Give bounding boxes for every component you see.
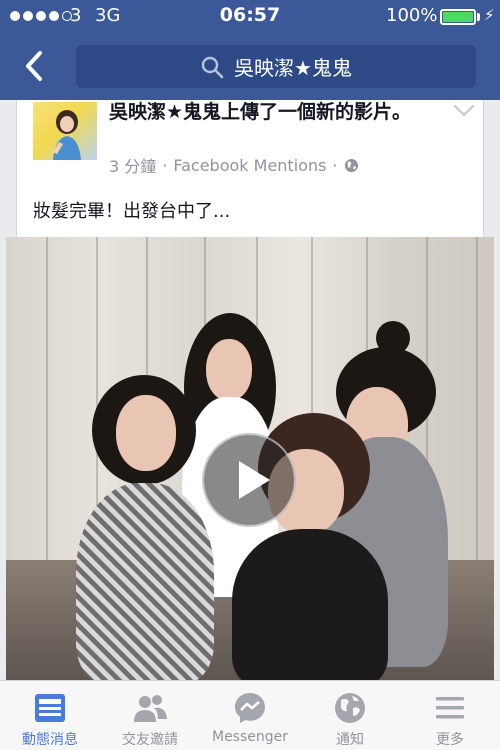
- header-bar: 3 3G 06:57 100% ⚡ 吳映潔★鬼鬼: [0, 0, 500, 100]
- video-player[interactable]: [6, 237, 494, 680]
- search-icon: [201, 56, 224, 78]
- messenger-icon: [235, 693, 265, 723]
- post-source[interactable]: Facebook Mentions: [173, 156, 326, 175]
- person-body: [232, 529, 388, 680]
- post-meta: 3 分鐘 · Facebook Mentions ·: [109, 153, 359, 177]
- charging-bolt-icon: ⚡: [484, 6, 495, 24]
- tab-notifications[interactable]: 通知: [300, 681, 400, 750]
- author-avatar[interactable]: [33, 102, 97, 160]
- battery-icon: [440, 9, 476, 25]
- battery-percent: 100%: [386, 5, 438, 26]
- globe-icon: [344, 158, 358, 172]
- play-icon: [239, 461, 270, 499]
- search-field[interactable]: 吳映潔★鬼鬼: [76, 45, 476, 88]
- post-options-button[interactable]: [453, 103, 475, 117]
- meta-separator: ·: [162, 155, 168, 175]
- play-button[interactable]: [202, 433, 296, 527]
- meta-separator-2: ·: [332, 155, 338, 175]
- tab-news-feed[interactable]: 動態消息: [0, 681, 100, 750]
- friend-requests-icon: [134, 695, 167, 722]
- search-query: 吳映潔★鬼鬼: [234, 56, 352, 80]
- tab-label: Messenger: [211, 729, 289, 745]
- post-caption: 妝髮完畢！出發台中了...: [33, 201, 231, 222]
- avatar-photo: [53, 110, 81, 160]
- person-body: [76, 483, 214, 680]
- tab-more[interactable]: 更多: [400, 681, 500, 750]
- tab-label: 交友邀請: [122, 732, 178, 748]
- bottom-tab-bar: 動態消息 交友邀請 Messenger 通知 更多: [0, 680, 500, 750]
- tab-label: 更多: [436, 732, 464, 748]
- news-feed-icon: [35, 694, 65, 722]
- person-face: [206, 339, 252, 401]
- person-face: [116, 395, 176, 471]
- news-feed[interactable]: 吳映潔★鬼鬼上傳了一個新的影片。 3 分鐘 · Facebook Mention…: [0, 100, 500, 680]
- tab-label: 動態消息: [22, 732, 78, 748]
- back-button[interactable]: [20, 48, 52, 84]
- chevron-left-icon: [26, 51, 42, 81]
- notifications-globe-icon: [335, 693, 365, 723]
- post-time[interactable]: 3 分鐘: [109, 153, 156, 177]
- chevron-down-icon: [453, 104, 475, 117]
- battery-nub: [477, 13, 480, 21]
- status-bar: 3 3G 06:57 100% ⚡: [0, 0, 500, 32]
- more-menu-icon: [436, 697, 464, 719]
- tab-messenger[interactable]: Messenger: [200, 681, 300, 750]
- tab-label: 通知: [336, 732, 364, 748]
- tab-friend-requests[interactable]: 交友邀請: [100, 681, 200, 750]
- post-headline[interactable]: 吳映潔★鬼鬼上傳了一個新的影片。: [109, 100, 429, 125]
